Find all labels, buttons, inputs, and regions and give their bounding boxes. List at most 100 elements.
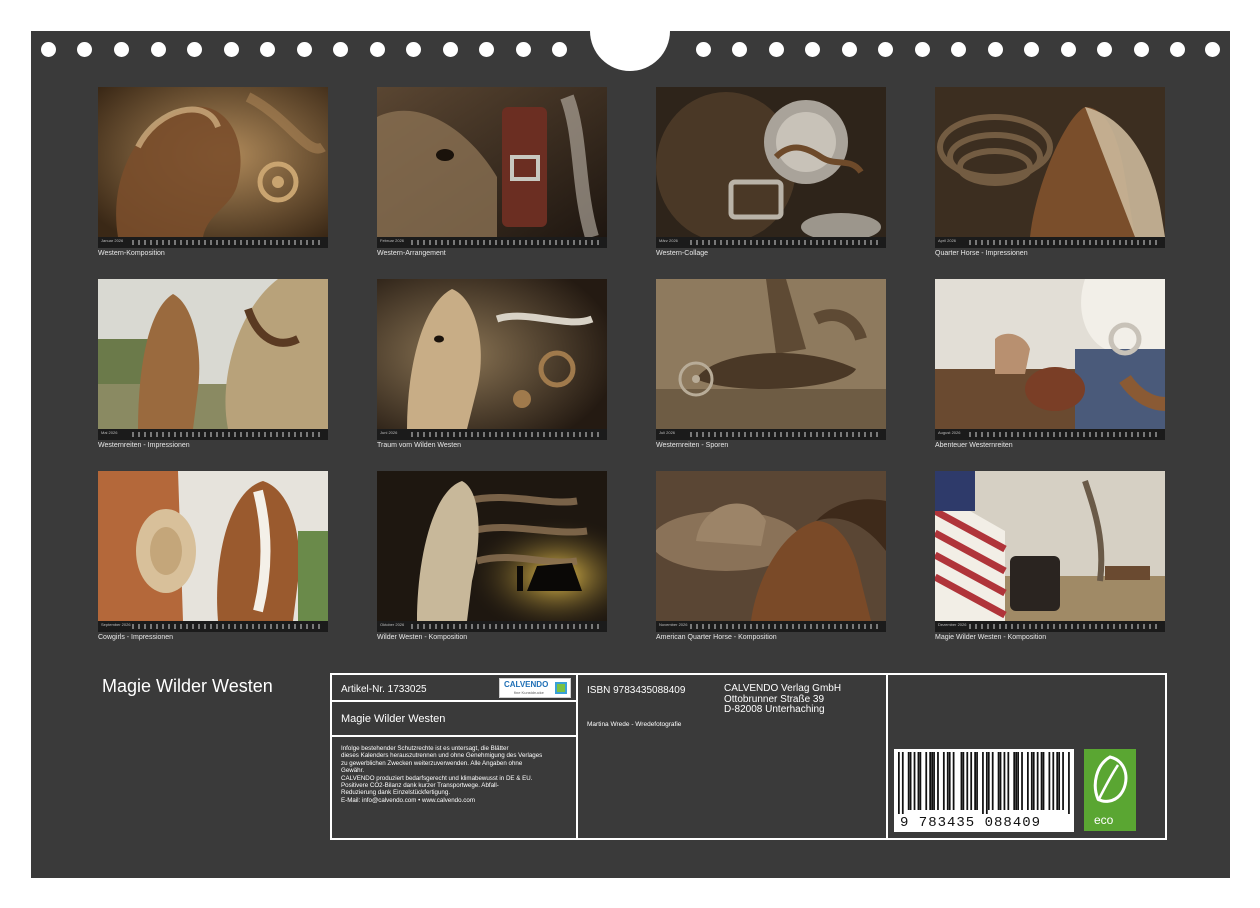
barcode-bar [901,752,904,814]
month-label: August 2026 [938,430,961,435]
month-caption: American Quarter Horse - Komposition [656,634,777,641]
month-strip: September 2026 [98,621,328,632]
barcode-bar [907,752,910,810]
barcode-bar [1036,752,1039,810]
day-grid [690,624,882,629]
day-grid [411,624,603,629]
barcode-bar [997,752,1000,810]
barcode-bar [962,752,965,810]
month-label: Februar 2026 [380,238,405,243]
barcode-bar [1007,752,1010,810]
binding-hole [842,42,857,57]
month-thumbnail: Juni 2026 [377,279,607,440]
binding-hole [333,42,348,57]
barcode-bar [1013,752,1016,810]
month-strip: Oktober 2026 [377,621,607,632]
barcode-bar [925,752,928,810]
article-number: Artikel-Nr. 1733025 [341,684,427,695]
day-grid [411,432,603,437]
month-thumbnail: August 2026 [935,279,1165,440]
calendar-back-page: Januar 2026 Western-Komposition Februar … [31,1,1230,878]
barcode-bar [1040,752,1043,810]
barcode-bar [1052,752,1055,810]
barcode-bar [1003,752,1006,810]
binding-hole [1170,42,1185,57]
month-label: Januar 2026 [101,238,124,243]
barcode-bar [976,752,978,810]
month-thumbnail: November 2026 [656,471,886,632]
month-label: November 2026 [659,622,688,627]
month-label: März 2026 [659,238,678,243]
barcode-bar [1027,752,1029,810]
month-thumbnail: Oktober 2026 [377,471,607,632]
binding-hole [151,42,166,57]
binding-hole [260,42,275,57]
barcode-bar [1068,752,1070,814]
barcode-bar [946,752,949,810]
barcode-bar [987,752,990,810]
divider [886,675,888,838]
barcode-bar [970,752,973,810]
wild-west-dream-image [377,279,607,429]
barcode-bar [1021,752,1023,810]
binding-hole [187,42,202,57]
barcode-bar [966,752,969,810]
binding-hole [915,42,930,57]
month-label: Oktober 2026 [380,622,405,627]
horse-western-composition-image [98,87,328,237]
wild-west-composition-image [377,471,607,621]
day-grid [969,240,1161,245]
barcode-bar [1058,752,1061,810]
month-strip: Januar 2026 [98,237,328,248]
binding-hole [1097,42,1112,57]
month-label: September 2026 [101,622,131,627]
day-grid [690,240,882,245]
leaf-icon [1093,755,1128,803]
barcode-bars [898,752,1070,814]
barcode-bar [1015,752,1018,810]
barcode-bar [974,752,976,810]
binding-hole [769,42,784,57]
month-thumbnail: Dezember 2026 [935,471,1165,632]
barcode-bar [1048,752,1051,810]
barcode-bar [1032,752,1035,810]
product-info-box: Artikel-Nr. 1733025 CALVENDO fine Kunstd… [330,673,1167,840]
divider [332,735,576,737]
calendar-title: Magie Wilder Westen [102,676,273,696]
barcode-bar [1056,752,1059,810]
day-grid [969,624,1161,629]
binding-hole [41,42,56,57]
barcode-bar [937,752,939,810]
binding-hole [1024,42,1039,57]
month-thumbnail: März 2026 [656,87,886,248]
binding-hole [516,42,531,57]
month-caption: Western-Collage [656,250,709,257]
binding-hole [479,42,494,57]
barcode-bar [919,752,922,810]
eco-text: eco [1094,813,1114,827]
barcode-bar [933,752,935,810]
month-strip: November 2026 [656,621,886,632]
binding-hole [1061,42,1076,57]
binding-hole [297,42,312,57]
barcode-bar [931,752,933,810]
binding-hole [1205,42,1220,57]
binding-hole [732,42,747,57]
month-strip: August 2026 [935,429,1165,440]
western-collage-image [656,87,886,237]
american-quarter-horse-image [656,471,886,621]
day-grid [969,432,1161,437]
month-strip: März 2026 [656,237,886,248]
barcode-bar [952,752,955,810]
isbn: ISBN 9783435088409 [587,685,686,696]
barcode-bar [982,752,984,814]
western-adventure-image [935,279,1165,429]
month-caption: Traum vom Wilden Westen [377,442,462,449]
publisher-address: CALVENDO Verlag GmbH Ottobrunner Straße … [724,683,842,715]
barcode-bar [898,752,900,814]
barcode-bar [960,752,963,810]
binding-hole [114,42,129,57]
month-caption: Quarter Horse - Impressionen [935,250,1028,257]
month-strip: Mai 2026 [98,429,328,440]
binding-hole [951,42,966,57]
